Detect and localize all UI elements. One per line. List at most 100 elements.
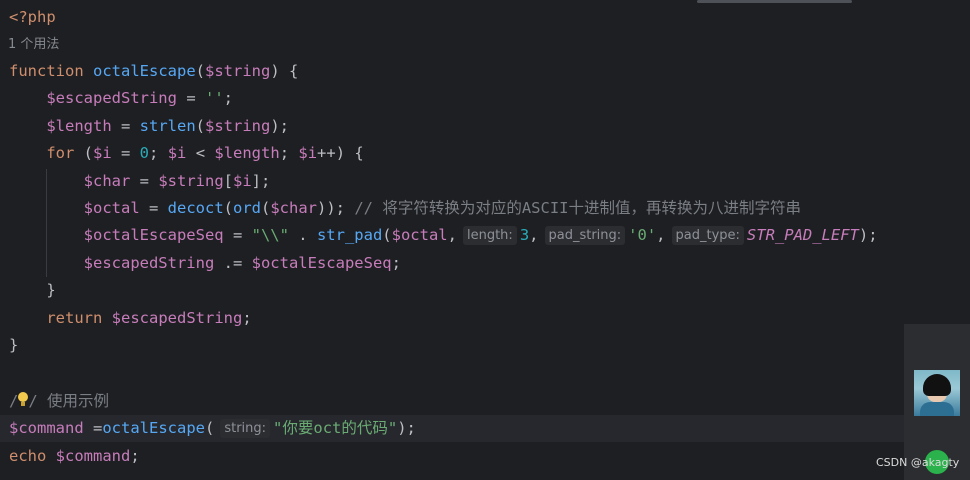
punct: ( — [204, 419, 215, 437]
parameter-hint: length: — [462, 226, 517, 245]
punct: ; — [223, 89, 233, 107]
number-literal: 0 — [139, 144, 150, 162]
string-literal: '' — [204, 89, 224, 107]
variable: $escapedString — [83, 254, 215, 272]
usage-hint[interactable]: 1 个用法 — [8, 35, 59, 54]
variable: $i — [298, 144, 318, 162]
comment-slash: / — [9, 392, 19, 410]
string-literal: "\\" — [251, 226, 289, 244]
variable: $octal — [83, 199, 140, 217]
watermark: CSDN @akagty — [876, 456, 960, 469]
function-call: octalEscape — [102, 419, 205, 437]
string-literal: '0' — [628, 226, 657, 244]
punct: ; — [130, 447, 140, 465]
punct: ( — [195, 62, 205, 80]
keyword: return — [46, 309, 103, 327]
operator: = — [139, 199, 168, 217]
code-line-15[interactable]: / / 使用示例 — [0, 388, 904, 415]
variable: $string — [158, 172, 224, 190]
parameter-hint: string: — [220, 419, 271, 438]
code-line-17[interactable]: echo $command; — [0, 443, 904, 470]
punct: , — [529, 226, 539, 244]
php-open-tag: <?php — [9, 8, 56, 26]
operator: = — [130, 172, 159, 190]
operator: < — [186, 144, 215, 162]
punct: )); — [317, 199, 355, 217]
operator: = — [83, 419, 103, 437]
closing-brace: } — [9, 336, 19, 354]
punct: ( — [382, 226, 392, 244]
punct: ); — [270, 117, 289, 135]
punct: , — [447, 226, 457, 244]
operator: .= — [214, 254, 252, 272]
punct: ( — [74, 144, 93, 162]
code-line-7[interactable]: $char = $string[$i]; — [0, 168, 904, 195]
variable: $string — [205, 62, 271, 80]
operator: . — [288, 226, 317, 244]
constant: STR_PAD_LEFT — [746, 226, 859, 244]
function-call: strlen — [139, 117, 196, 135]
code-line-4[interactable]: $escapedString = ''; — [0, 85, 904, 112]
avatar[interactable] — [914, 370, 960, 416]
punct: ; — [242, 309, 252, 327]
variable: $string — [205, 117, 271, 135]
punct: ; — [279, 144, 299, 162]
variable: $i — [167, 144, 187, 162]
variable: $escapedString — [111, 309, 243, 327]
code-comment: // 将字符转换为对应的ASCII十进制值，再转换为八进制字符串 — [354, 199, 801, 217]
punct: ); — [858, 226, 878, 244]
variable: $i — [233, 172, 252, 190]
operator: = — [111, 117, 140, 135]
code-line-6[interactable]: for ($i = 0; $i < $length; $i++) { — [0, 140, 904, 167]
variable: $char — [83, 172, 131, 190]
code-comment: 使用示例 — [37, 392, 110, 410]
punct: ; — [149, 144, 168, 162]
parameter-hint: pad_type: — [671, 226, 744, 245]
punct: [ — [223, 172, 233, 190]
punct: ; — [391, 254, 401, 272]
horizontal-scrollbar[interactable] — [697, 0, 852, 3]
punct: ( — [195, 117, 205, 135]
code-line-1[interactable]: <?php — [0, 4, 904, 31]
variable: $i — [93, 144, 112, 162]
punct: ) { — [270, 62, 299, 80]
keyword: function — [9, 62, 84, 80]
function-call: str_pad — [316, 226, 383, 244]
code-line-11[interactable]: } — [0, 277, 904, 304]
punct: ); — [397, 419, 416, 437]
variable: $command — [55, 447, 131, 465]
keyword: for — [46, 144, 75, 162]
variable: $command — [9, 419, 84, 437]
number-literal: 3 — [519, 226, 530, 244]
code-line-16[interactable]: $command =octalEscape( string: "你要oct的代码")… — [0, 415, 904, 442]
code-editor[interactable]: <?php 1 个用法 function octalEscape($string… — [0, 0, 904, 480]
variable: $octalEscapeSeq — [251, 254, 392, 272]
variable: $escapedString — [46, 89, 177, 107]
code-line-8[interactable]: $octal = decoct(ord($char)); // 将字符转换为对应… — [0, 195, 904, 222]
code-line-3[interactable]: function octalEscape($string) { — [0, 58, 904, 85]
string-literal: "你要oct的代码" — [273, 419, 398, 437]
operator: = — [223, 226, 252, 244]
code-line-9[interactable]: $octalEscapeSeq = "\\" . str_pad($octal,… — [0, 222, 904, 249]
code-line-5[interactable]: $length = strlen($string); — [0, 113, 904, 140]
variable: $length — [46, 117, 112, 135]
variable: $length — [214, 144, 280, 162]
punct: ]; — [251, 172, 271, 190]
code-line-10[interactable]: $escapedString .= $octalEscapeSeq; — [0, 250, 904, 277]
code-line-13[interactable]: } — [0, 332, 904, 359]
operator: = — [111, 144, 140, 162]
lightbulb-icon[interactable] — [18, 392, 29, 407]
punct: , — [656, 226, 666, 244]
usage-hint-line[interactable]: 1 个用法 — [0, 31, 904, 58]
punct: ++) { — [317, 144, 364, 162]
parameter-hint: pad_string: — [544, 226, 626, 245]
function-call: decoct — [167, 199, 224, 217]
comment-slash: / — [28, 392, 38, 410]
code-line-12[interactable]: return $escapedString; — [0, 305, 904, 332]
